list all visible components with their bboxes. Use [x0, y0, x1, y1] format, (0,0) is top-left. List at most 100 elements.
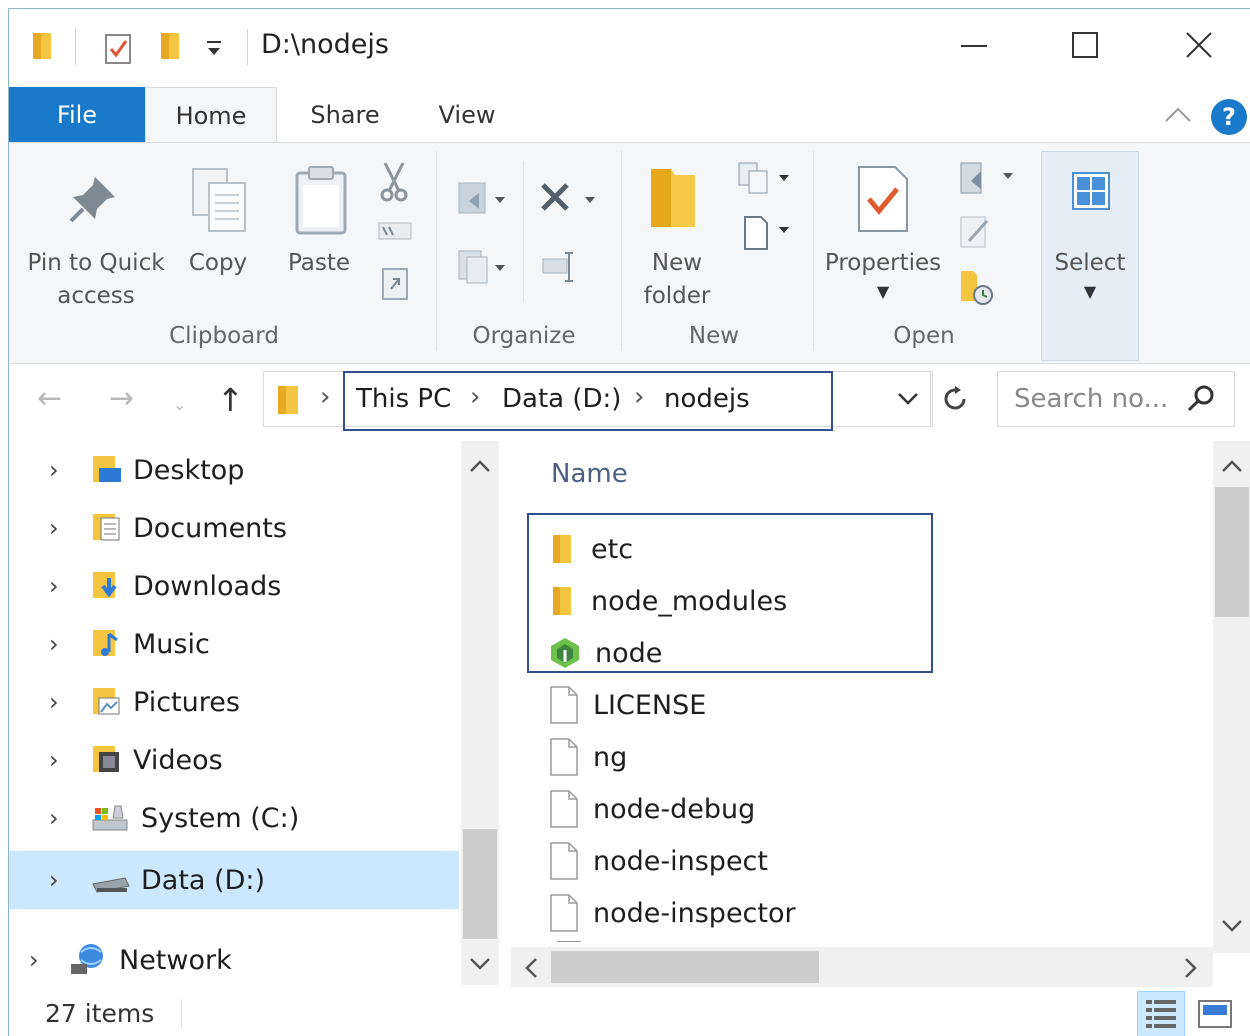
- tab-share[interactable]: Share: [285, 87, 405, 143]
- chevron-right-icon[interactable]: ›: [49, 804, 69, 832]
- scroll-thumb[interactable]: [1215, 487, 1249, 617]
- separator: [930, 372, 931, 426]
- pin-to-quick-access-button[interactable]: Pin to Quick access: [23, 247, 169, 313]
- chevron-right-icon[interactable]: ›: [49, 746, 69, 774]
- file-row-node-inspector[interactable]: node-inspector: [549, 887, 796, 939]
- nav-item-network[interactable]: › Network: [9, 931, 459, 989]
- nav-item-data-d[interactable]: › Data (D:): [9, 851, 459, 909]
- nav-label: Data (D:): [141, 864, 266, 896]
- select-icon: [1071, 171, 1111, 211]
- chevron-right-icon[interactable]: ›: [49, 572, 69, 600]
- scroll-left-icon[interactable]: [523, 957, 539, 979]
- search-icon[interactable]: [1186, 384, 1216, 414]
- chevron-right-icon[interactable]: ›: [320, 382, 330, 412]
- file-list-hscrollbar[interactable]: [511, 947, 1213, 987]
- desktop-folder-icon: [91, 454, 123, 486]
- paste-shortcut-icon[interactable]: [381, 265, 409, 301]
- chevron-right-icon[interactable]: ›: [49, 630, 69, 658]
- chevron-right-icon[interactable]: ›: [49, 688, 69, 716]
- scroll-down-icon[interactable]: [1221, 919, 1243, 933]
- chevron-right-icon[interactable]: ›: [49, 866, 69, 894]
- tab-view[interactable]: View: [417, 87, 517, 143]
- forward-icon[interactable]: →: [109, 381, 134, 416]
- file-row-ng[interactable]: ng: [549, 731, 627, 783]
- column-header-name[interactable]: Name: [551, 459, 628, 489]
- new-item-icon[interactable]: [735, 159, 795, 199]
- file-row-node-inspect[interactable]: node-inspect: [549, 835, 768, 887]
- nav-item-system-c[interactable]: › System (C:): [9, 789, 459, 847]
- file-icon: [549, 893, 579, 933]
- nav-item-documents[interactable]: › Documents: [9, 499, 459, 557]
- edit-icon[interactable]: [957, 213, 997, 253]
- clipboard-group-label: Clipboard: [169, 323, 279, 349]
- copy-path-icon[interactable]: [377, 219, 413, 243]
- rename-icon[interactable]: [539, 247, 579, 287]
- chevron-right-icon[interactable]: ›: [49, 456, 69, 484]
- file-name: node-debug: [593, 793, 756, 825]
- chevron-right-icon[interactable]: ›: [49, 514, 69, 542]
- move-to-icon[interactable]: [455, 179, 511, 219]
- copy-to-icon[interactable]: [455, 247, 511, 287]
- search-input[interactable]: Search no...: [1014, 384, 1168, 414]
- nav-label: Documents: [133, 512, 287, 544]
- group-separator: [621, 151, 622, 351]
- documents-folder-icon: [91, 512, 123, 544]
- search-box[interactable]: Search no...: [997, 371, 1235, 427]
- new-folder-button[interactable]: New folder: [629, 247, 725, 313]
- file-name: node-inspect: [593, 845, 768, 877]
- new-folder-large-icon: [645, 161, 701, 233]
- file-list-vscrollbar[interactable]: [1213, 441, 1250, 953]
- scroll-up-icon[interactable]: [469, 459, 491, 473]
- file-name: node-inspector: [593, 897, 796, 929]
- tab-home[interactable]: Home: [145, 87, 277, 143]
- chevron-right-icon[interactable]: ›: [29, 946, 49, 974]
- pin-icon: [65, 171, 121, 227]
- refresh-icon[interactable]: [940, 384, 970, 414]
- new-folder-icon[interactable]: [159, 29, 183, 61]
- help-icon[interactable]: ?: [1211, 99, 1247, 135]
- recent-locations-icon[interactable]: ⌄: [173, 395, 186, 414]
- close-icon[interactable]: [1185, 31, 1213, 59]
- music-folder-icon: [91, 628, 123, 660]
- nav-pane-scrollbar[interactable]: [461, 441, 499, 985]
- open-icon[interactable]: [957, 159, 1017, 199]
- scroll-thumb[interactable]: [551, 951, 819, 983]
- scroll-thumb[interactable]: [463, 829, 497, 939]
- minimize-ribbon-icon[interactable]: [1164, 105, 1192, 125]
- nav-item-downloads[interactable]: › Downloads: [9, 557, 459, 615]
- nav-item-pictures[interactable]: › Pictures: [9, 673, 459, 731]
- up-icon[interactable]: ↑: [217, 381, 244, 419]
- scroll-down-icon[interactable]: [469, 957, 491, 971]
- ribbon-tabs: File Home Share View ?: [9, 87, 1250, 143]
- nav-label: System (C:): [141, 802, 300, 834]
- properties-button[interactable]: Properties ▼: [821, 247, 945, 304]
- open-group-label: Open: [893, 323, 955, 349]
- details-view-icon[interactable]: [1137, 991, 1185, 1036]
- easy-access-icon[interactable]: [735, 209, 795, 253]
- separator: [75, 29, 76, 65]
- maximize-icon[interactable]: [1071, 31, 1099, 59]
- scroll-up-icon[interactable]: [1221, 459, 1243, 473]
- address-dropdown-icon[interactable]: [896, 390, 920, 408]
- file-row-node-debug[interactable]: node-debug: [549, 783, 755, 835]
- history-icon[interactable]: [957, 265, 997, 309]
- properties-checkbox-icon[interactable]: [104, 31, 134, 65]
- ribbon-home: Pin to Quick access Copy Paste Clipboard: [9, 142, 1250, 364]
- delete-icon[interactable]: [537, 179, 601, 219]
- paste-button[interactable]: Paste: [279, 247, 359, 280]
- tab-file[interactable]: File: [9, 87, 145, 143]
- customize-quick-access-icon[interactable]: [205, 39, 223, 59]
- network-icon: [69, 942, 109, 978]
- back-icon[interactable]: ←: [37, 381, 62, 416]
- scroll-right-icon[interactable]: [1183, 957, 1199, 979]
- status-item-count: 27 items: [45, 999, 155, 1028]
- file-row-license[interactable]: LICENSE: [549, 679, 706, 731]
- cut-icon[interactable]: [379, 161, 409, 203]
- nav-item-desktop[interactable]: › Desktop: [9, 441, 459, 499]
- copy-button[interactable]: Copy: [181, 247, 255, 280]
- minimize-icon[interactable]: [959, 31, 989, 61]
- nav-item-music[interactable]: › Music: [9, 615, 459, 673]
- file-icon: [549, 841, 579, 881]
- large-icons-view-icon[interactable]: [1197, 999, 1233, 1029]
- nav-item-videos[interactable]: › Videos: [9, 731, 459, 789]
